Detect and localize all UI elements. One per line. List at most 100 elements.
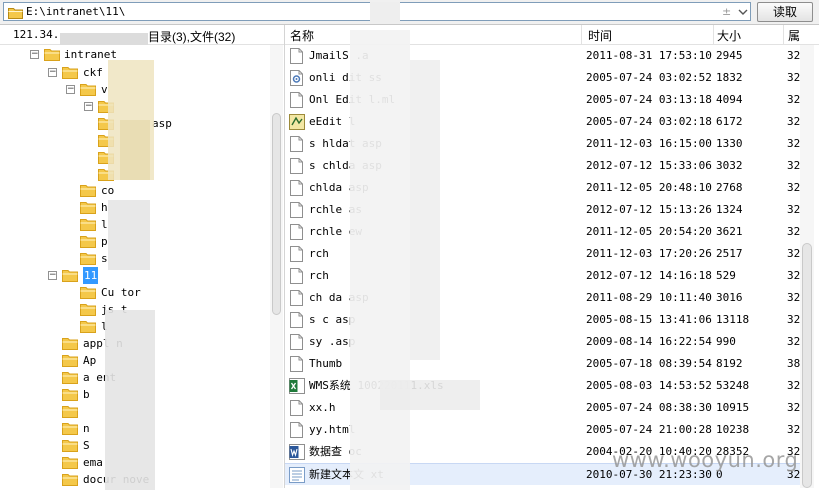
file-scroll-thumb[interactable]: [802, 243, 812, 488]
file-size: 529: [716, 269, 736, 282]
column-size[interactable]: 大小: [717, 27, 741, 44]
folder-icon: [62, 423, 78, 435]
column-name[interactable]: 名称: [290, 27, 314, 44]
file-attr: 32: [787, 181, 801, 194]
path-input[interactable]: [26, 4, 686, 19]
file-size: 4094: [716, 93, 743, 106]
collapse-toggle-icon[interactable]: −: [48, 271, 57, 280]
file-icon: [290, 48, 303, 64]
tree-item-label: asp: [152, 117, 172, 130]
file-icon: [290, 224, 303, 240]
folder-icon: [62, 474, 78, 486]
file-time: 2005-08-15 13:41:06: [586, 313, 712, 326]
file-time: 2009-08-14 16:22:54: [586, 335, 712, 348]
path-toolbar: ± 读取: [0, 0, 819, 25]
file-size: 10238: [716, 423, 750, 436]
script-file-icon: [289, 114, 305, 130]
file-time: 2012-07-12 15:13:26: [586, 203, 712, 216]
file-time: 2011-12-05 20:54:20: [586, 225, 712, 238]
file-attr: 32: [787, 379, 801, 392]
read-button[interactable]: 读取: [757, 2, 813, 22]
collapse-toggle-icon[interactable]: −: [30, 50, 39, 59]
file-time: 2005-07-18 08:39:54: [586, 357, 712, 370]
file-icon: [290, 202, 303, 218]
file-time: 2005-07-24 03:02:18: [586, 115, 712, 128]
folder-icon: [80, 304, 96, 316]
word-file-icon: [289, 444, 305, 460]
tree-scrollbar[interactable]: [270, 45, 283, 488]
folder-icon: [80, 84, 96, 96]
text-file-icon: [289, 467, 305, 483]
column-attr[interactable]: 属: [788, 27, 800, 44]
tree-item-label: n: [83, 422, 90, 435]
server-ip: 121.34.: [13, 28, 60, 41]
folder-icon: [80, 253, 96, 265]
collapse-toggle-icon[interactable]: −: [66, 85, 75, 94]
file-attr: 38: [787, 357, 801, 370]
collapse-toggle-icon[interactable]: −: [48, 68, 57, 77]
tree-item-label: co: [101, 184, 115, 197]
file-attr: 32: [787, 159, 801, 172]
collapse-toggle-icon[interactable]: −: [84, 102, 93, 111]
file-size: 1324: [716, 203, 743, 216]
file-list-scrollbar[interactable]: [800, 45, 814, 488]
file-time: 2011-12-03 17:20:26: [586, 247, 712, 260]
file-icon: [290, 180, 303, 196]
tree-item-label: S: [83, 439, 90, 452]
file-time: 2005-07-24 08:38:30: [586, 401, 712, 414]
folder-icon: [80, 236, 96, 248]
file-attr: 32: [787, 291, 801, 304]
file-name: xx.h: [309, 401, 336, 414]
folder-icon: [62, 406, 78, 418]
tree-item-label: b: [83, 388, 90, 401]
file-icon: [290, 290, 303, 306]
folder-icon: [62, 67, 78, 79]
file-attr: 32: [787, 269, 801, 282]
file-size: 1832: [716, 71, 743, 84]
file-size: 2768: [716, 181, 743, 194]
file-attr: 32: [787, 247, 801, 260]
file-size: 2945: [716, 49, 743, 62]
folder-icon: [62, 457, 78, 469]
folder-icon: [62, 389, 78, 401]
gear-file-icon: [290, 70, 303, 86]
file-size: 6172: [716, 115, 743, 128]
file-size: 10915: [716, 401, 750, 414]
file-time: 2011-12-03 16:15:00: [586, 137, 712, 150]
folder-icon: [80, 202, 96, 214]
file-icon: [290, 158, 303, 174]
chevron-down-icon[interactable]: [738, 8, 748, 16]
folder-icon: [80, 287, 96, 299]
folder-icon: [80, 321, 96, 333]
folder-icon: [62, 338, 78, 350]
tree-item-label: Cu tor: [101, 286, 141, 299]
file-attr: 32: [787, 49, 801, 62]
file-icon: [290, 422, 303, 438]
tree-item[interactable]: co: [0, 182, 270, 199]
file-time: 2011-08-31 17:53:10: [586, 49, 712, 62]
file-size: 3016: [716, 291, 743, 304]
file-attr: 32: [787, 137, 801, 150]
file-icon: [290, 312, 303, 328]
file-size: 990: [716, 335, 736, 348]
tree-item[interactable]: Cu tor: [0, 284, 270, 301]
tree-scroll-thumb[interactable]: [272, 113, 281, 315]
history-icon[interactable]: ±: [722, 5, 731, 18]
file-time: 2011-08-29 10:11:40: [586, 291, 712, 304]
file-size: 3032: [716, 159, 743, 172]
file-size: 1330: [716, 137, 743, 150]
file-attr: 32: [787, 401, 801, 414]
file-size: 53248: [716, 379, 750, 392]
column-time[interactable]: 时间: [588, 27, 612, 44]
folder-icon: [62, 355, 78, 367]
tree-item-label: ema: [83, 456, 103, 469]
folder-icon: [62, 440, 78, 452]
file-time: 2012-07-12 14:16:18: [586, 269, 712, 282]
file-icon: [290, 246, 303, 262]
file-attr: 32: [787, 93, 801, 106]
file-icon: [290, 334, 303, 350]
folder-icon: [8, 8, 23, 19]
file-time: 2011-12-05 20:48:10: [586, 181, 712, 194]
file-time: 2005-07-24 03:02:52: [586, 71, 712, 84]
file-size: 8192: [716, 357, 743, 370]
